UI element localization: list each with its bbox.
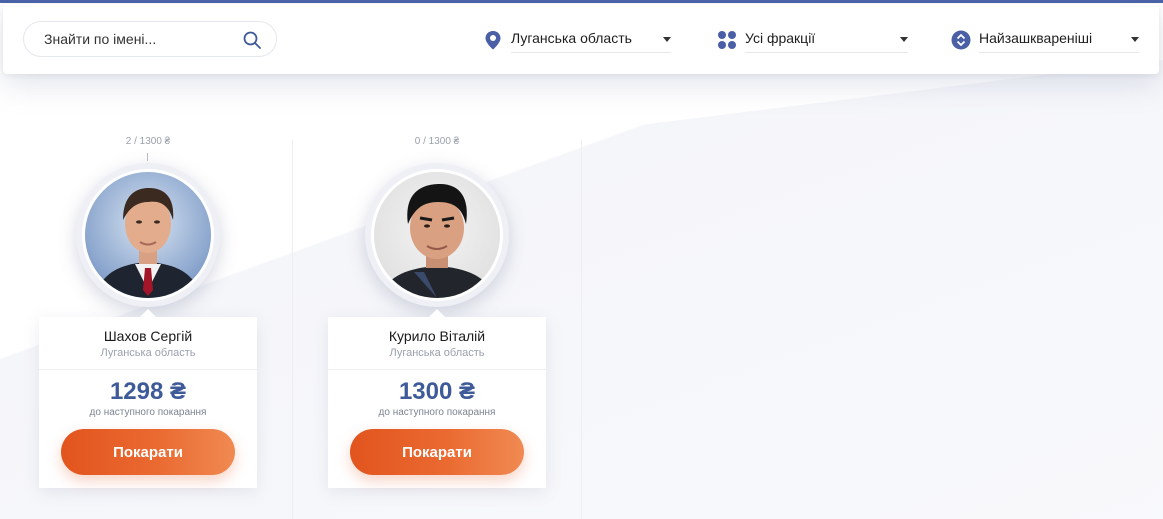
remaining-amount: 1300 ₴ (398, 378, 476, 405)
region-select-label: Луганська область (511, 28, 671, 53)
avatar-frame (76, 163, 220, 307)
punishment-counter: 2 / 1300 ₴ (125, 136, 171, 147)
column-divider (292, 140, 293, 519)
search-icon[interactable] (242, 30, 262, 50)
card-info: Курило Віталій Луганська область 1300 ₴ … (328, 309, 546, 488)
search-box (23, 21, 277, 57)
card-divider (39, 369, 257, 370)
region-select[interactable]: Луганська область (483, 26, 671, 54)
grid-icon (718, 31, 736, 49)
search-input[interactable] (44, 31, 234, 47)
chevron-down-icon (663, 37, 671, 42)
top-accent-bar (0, 0, 1163, 3)
deputy-name[interactable]: Курило Віталій (328, 328, 546, 344)
card-notch (140, 309, 156, 317)
portrait-photo (374, 172, 500, 298)
faction-select-label: Усі фракції (745, 28, 908, 53)
remaining-amount-caption: до наступного покарання (89, 407, 207, 418)
punishment-counter: 0 / 1300 ₴ (414, 136, 460, 147)
counter-connector (147, 153, 148, 161)
sort-select[interactable]: Найзашквареніші (951, 26, 1139, 54)
deputy-region: Луганська область (100, 347, 196, 359)
card-notch (429, 309, 445, 317)
remaining-amount: 1298 ₴ (109, 378, 187, 405)
faction-select[interactable]: Усі фракції (717, 26, 908, 54)
card-divider (328, 369, 546, 370)
deputy-name[interactable]: Шахов Сергій (39, 328, 257, 344)
avatar[interactable] (371, 169, 503, 301)
column-divider (581, 140, 582, 519)
avatar[interactable] (82, 169, 214, 301)
remaining-amount-caption: до наступного покарання (378, 407, 496, 418)
avatar-frame (365, 163, 509, 307)
chevron-down-icon (900, 37, 908, 42)
chevron-down-icon (1131, 37, 1139, 42)
filter-bar: Луганська область Усі фракції Найзашквар… (3, 4, 1159, 74)
punish-button[interactable]: Покарати (350, 429, 524, 475)
deputy-region: Луганська область (389, 347, 485, 359)
sort-icon (951, 30, 971, 50)
map-pin-icon (485, 31, 501, 50)
card-info: Шахов Сергій Луганська область 1298 ₴ до… (39, 309, 257, 488)
sort-select-label: Найзашквареніші (979, 28, 1139, 53)
punish-button[interactable]: Покарати (61, 429, 235, 475)
portrait-photo (85, 172, 211, 298)
